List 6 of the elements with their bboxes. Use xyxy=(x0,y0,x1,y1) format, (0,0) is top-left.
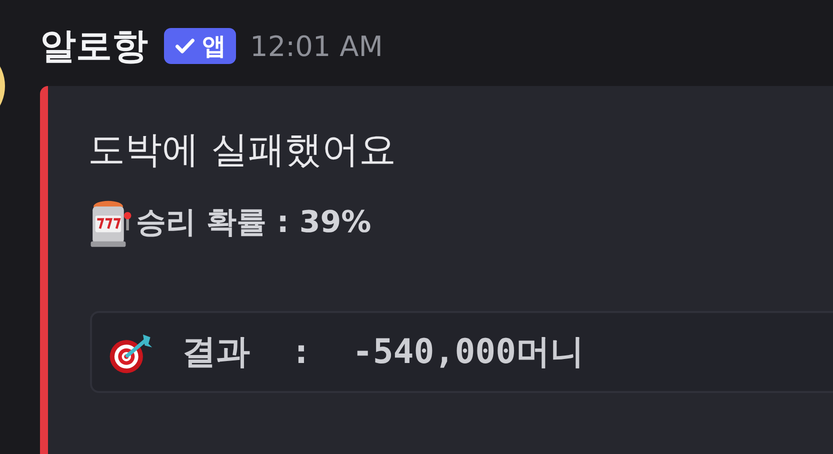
result-code-text: 결과 : -540,000머니 xyxy=(182,330,584,374)
embed-title: 도박에 실패했어요 xyxy=(88,130,397,171)
win-chance-text: 승리 확률 : 39% xyxy=(136,204,372,242)
badge-label: 앱 xyxy=(202,31,226,62)
author-name[interactable]: 알로항 xyxy=(40,22,148,70)
timestamp: 12:01 AM xyxy=(250,30,383,62)
